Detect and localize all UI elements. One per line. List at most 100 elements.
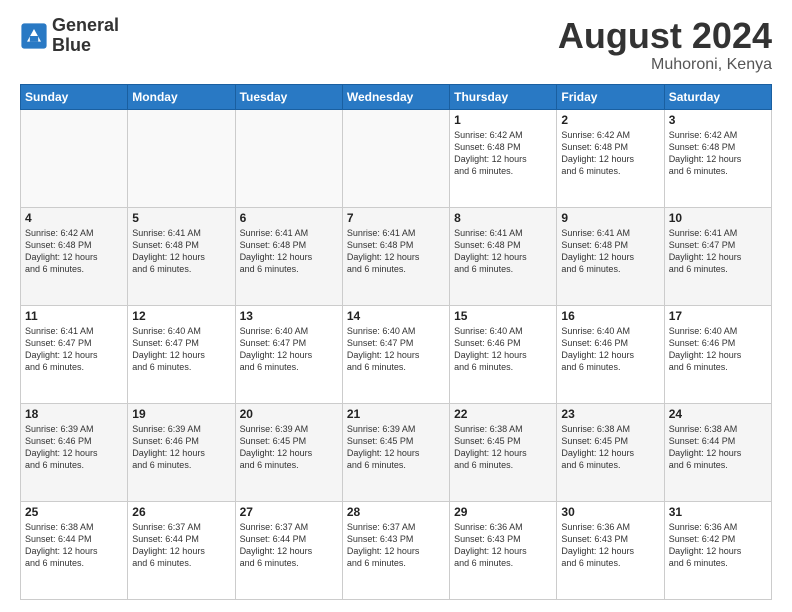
week-row-5: 25Sunrise: 6:38 AM Sunset: 6:44 PM Dayli…: [21, 501, 772, 599]
day-info: Sunrise: 6:38 AM Sunset: 6:45 PM Dayligh…: [454, 423, 552, 472]
calendar-cell: 11 Sunrise: 6:41 AM Sunset: 6:47 PM Dayli…: [21, 305, 128, 403]
day-number: 22: [454, 407, 552, 421]
calendar-cell: 3Sunrise: 6:42 AM Sunset: 6:48 PM Daylig…: [664, 109, 771, 207]
day-number: 28: [347, 505, 445, 519]
day-info: Sunrise: 6:41 AM Sunset: 6:48 PM Dayligh…: [240, 227, 338, 276]
day-info: Sunrise: 6:41 AM Sunset: 6:48 PM Dayligh…: [347, 227, 445, 276]
calendar-cell: 7 Sunrise: 6:41 AM Sunset: 6:48 PM Daylig…: [342, 207, 449, 305]
weekday-header-wednesday: Wednesday: [342, 84, 449, 109]
day-number: 30: [561, 505, 659, 519]
day-info: Sunrise: 6:41 AM Sunset: 6:48 PM Dayligh…: [132, 227, 230, 276]
day-number: 13: [240, 309, 338, 323]
calendar-cell: 28 Sunrise: 6:37 AM Sunset: 6:43 PM Dayli…: [342, 501, 449, 599]
day-number: 20: [240, 407, 338, 421]
day-info: Sunrise: 6:40 AM Sunset: 6:46 PM Dayligh…: [669, 325, 767, 374]
day-info: Sunrise: 6:40 AM Sunset: 6:46 PM Dayligh…: [454, 325, 552, 374]
day-info: Sunrise: 6:40 AM Sunset: 6:47 PM Dayligh…: [240, 325, 338, 374]
day-number: 6: [240, 211, 338, 225]
day-info: Sunrise: 6:41 AM Sunset: 6:47 PM Dayligh…: [25, 325, 123, 374]
logo-text: General Blue: [52, 16, 119, 56]
day-number: 23: [561, 407, 659, 421]
day-info: Sunrise: 6:37 AM Sunset: 6:43 PM Dayligh…: [347, 521, 445, 570]
day-number: 3: [669, 113, 767, 127]
calendar-cell: 13 Sunrise: 6:40 AM Sunset: 6:47 PM Dayli…: [235, 305, 342, 403]
weekday-header-friday: Friday: [557, 84, 664, 109]
day-number: 1: [454, 113, 552, 127]
day-info: Sunrise: 6:39 AM Sunset: 6:45 PM Dayligh…: [240, 423, 338, 472]
calendar-cell: 5Sunrise: 6:41 AM Sunset: 6:48 PM Daylig…: [128, 207, 235, 305]
logo: General Blue: [20, 16, 119, 56]
calendar-cell: 25Sunrise: 6:38 AM Sunset: 6:44 PM Dayli…: [21, 501, 128, 599]
day-number: 8: [454, 211, 552, 225]
day-number: 2: [561, 113, 659, 127]
day-number: 11: [25, 309, 123, 323]
day-info: Sunrise: 6:38 AM Sunset: 6:45 PM Dayligh…: [561, 423, 659, 472]
day-number: 24: [669, 407, 767, 421]
day-number: 19: [132, 407, 230, 421]
day-number: 25: [25, 505, 123, 519]
week-row-1: 1 Sunrise: 6:42 AM Sunset: 6:48 PM Daylig…: [21, 109, 772, 207]
day-info: Sunrise: 6:40 AM Sunset: 6:47 PM Dayligh…: [347, 325, 445, 374]
day-info: Sunrise: 6:40 AM Sunset: 6:47 PM Dayligh…: [132, 325, 230, 374]
logo-icon: [20, 22, 48, 50]
calendar-cell: 20 Sunrise: 6:39 AM Sunset: 6:45 PM Dayli…: [235, 403, 342, 501]
weekday-header-sunday: Sunday: [21, 84, 128, 109]
calendar-cell: 30 Sunrise: 6:36 AM Sunset: 6:43 PM Dayli…: [557, 501, 664, 599]
calendar-cell: 17Sunrise: 6:40 AM Sunset: 6:46 PM Dayli…: [664, 305, 771, 403]
week-row-4: 18 Sunrise: 6:39 AM Sunset: 6:46 PM Dayli…: [21, 403, 772, 501]
day-number: 31: [669, 505, 767, 519]
day-info: Sunrise: 6:42 AM Sunset: 6:48 PM Dayligh…: [454, 129, 552, 178]
month-title: August 2024: [558, 16, 772, 56]
day-info: Sunrise: 6:41 AM Sunset: 6:48 PM Dayligh…: [561, 227, 659, 276]
weekday-header-thursday: Thursday: [450, 84, 557, 109]
calendar-cell: 18 Sunrise: 6:39 AM Sunset: 6:46 PM Dayli…: [21, 403, 128, 501]
day-number: 12: [132, 309, 230, 323]
calendar-cell: 1 Sunrise: 6:42 AM Sunset: 6:48 PM Daylig…: [450, 109, 557, 207]
day-info: Sunrise: 6:42 AM Sunset: 6:48 PM Dayligh…: [561, 129, 659, 178]
calendar-cell: 15 Sunrise: 6:40 AM Sunset: 6:46 PM Dayli…: [450, 305, 557, 403]
calendar-cell: 16 Sunrise: 6:40 AM Sunset: 6:46 PM Dayli…: [557, 305, 664, 403]
calendar-cell: 9 Sunrise: 6:41 AM Sunset: 6:48 PM Daylig…: [557, 207, 664, 305]
calendar-cell: 14 Sunrise: 6:40 AM Sunset: 6:47 PM Dayli…: [342, 305, 449, 403]
day-info: Sunrise: 6:39 AM Sunset: 6:46 PM Dayligh…: [25, 423, 123, 472]
page: General Blue August 2024 Muhoroni, Kenya…: [0, 0, 792, 612]
day-number: 26: [132, 505, 230, 519]
day-number: 21: [347, 407, 445, 421]
calendar-cell: 23 Sunrise: 6:38 AM Sunset: 6:45 PM Dayli…: [557, 403, 664, 501]
day-info: Sunrise: 6:36 AM Sunset: 6:43 PM Dayligh…: [561, 521, 659, 570]
day-number: 18: [25, 407, 123, 421]
day-info: Sunrise: 6:36 AM Sunset: 6:42 PM Dayligh…: [669, 521, 767, 570]
calendar-cell: 12 Sunrise: 6:40 AM Sunset: 6:47 PM Dayli…: [128, 305, 235, 403]
day-info: Sunrise: 6:37 AM Sunset: 6:44 PM Dayligh…: [240, 521, 338, 570]
day-info: Sunrise: 6:39 AM Sunset: 6:46 PM Dayligh…: [132, 423, 230, 472]
day-info: Sunrise: 6:36 AM Sunset: 6:43 PM Dayligh…: [454, 521, 552, 570]
calendar-cell: 24 Sunrise: 6:38 AM Sunset: 6:44 PM Dayli…: [664, 403, 771, 501]
weekday-header-row: SundayMondayTuesdayWednesdayThursdayFrid…: [21, 84, 772, 109]
day-info: Sunrise: 6:38 AM Sunset: 6:44 PM Dayligh…: [669, 423, 767, 472]
day-info: Sunrise: 6:39 AM Sunset: 6:45 PM Dayligh…: [347, 423, 445, 472]
calendar-table: SundayMondayTuesdayWednesdayThursdayFrid…: [20, 84, 772, 600]
weekday-header-tuesday: Tuesday: [235, 84, 342, 109]
weekday-header-saturday: Saturday: [664, 84, 771, 109]
day-number: 27: [240, 505, 338, 519]
day-info: Sunrise: 6:40 AM Sunset: 6:46 PM Dayligh…: [561, 325, 659, 374]
calendar-cell: 27 Sunrise: 6:37 AM Sunset: 6:44 PM Dayli…: [235, 501, 342, 599]
day-number: 9: [561, 211, 659, 225]
header: General Blue August 2024 Muhoroni, Kenya: [20, 16, 772, 74]
day-number: 7: [347, 211, 445, 225]
calendar-cell: 26Sunrise: 6:37 AM Sunset: 6:44 PM Dayli…: [128, 501, 235, 599]
calendar-cell: 29Sunrise: 6:36 AM Sunset: 6:43 PM Dayli…: [450, 501, 557, 599]
weekday-header-monday: Monday: [128, 84, 235, 109]
location: Muhoroni, Kenya: [558, 56, 772, 74]
calendar-cell: 10Sunrise: 6:41 AM Sunset: 6:47 PM Dayli…: [664, 207, 771, 305]
calendar-cell: 31 Sunrise: 6:36 AM Sunset: 6:42 PM Dayli…: [664, 501, 771, 599]
day-number: 15: [454, 309, 552, 323]
week-row-3: 11 Sunrise: 6:41 AM Sunset: 6:47 PM Dayli…: [21, 305, 772, 403]
day-info: Sunrise: 6:41 AM Sunset: 6:47 PM Dayligh…: [669, 227, 767, 276]
calendar-cell: 2 Sunrise: 6:42 AM Sunset: 6:48 PM Daylig…: [557, 109, 664, 207]
day-number: 16: [561, 309, 659, 323]
title-area: August 2024 Muhoroni, Kenya: [558, 16, 772, 74]
day-info: Sunrise: 6:41 AM Sunset: 6:48 PM Dayligh…: [454, 227, 552, 276]
day-number: 14: [347, 309, 445, 323]
calendar-cell: 22 Sunrise: 6:38 AM Sunset: 6:45 PM Dayli…: [450, 403, 557, 501]
